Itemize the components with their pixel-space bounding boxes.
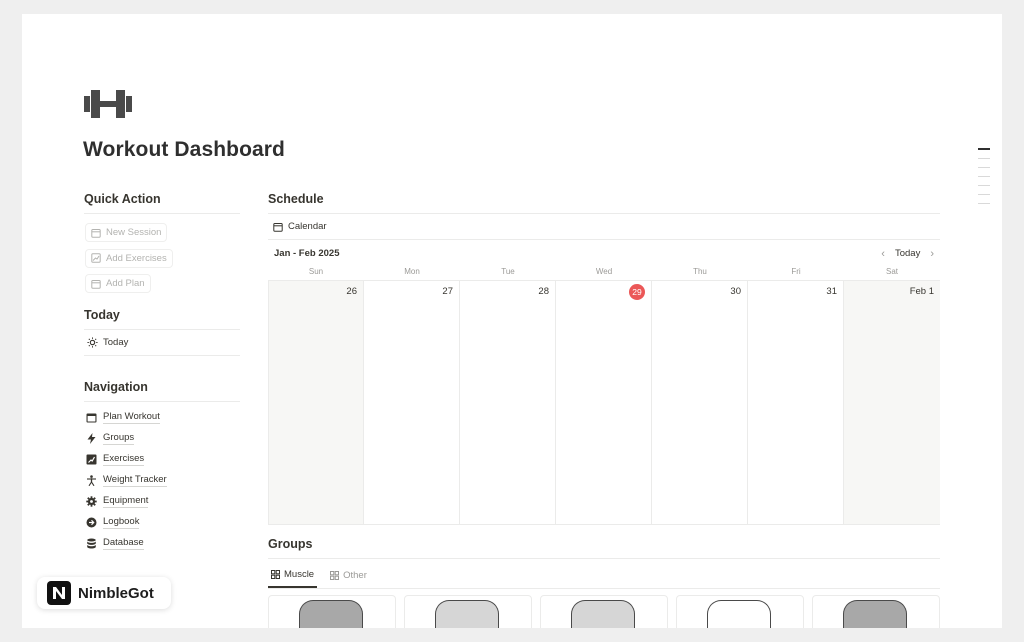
today-link-label: Today — [103, 336, 129, 348]
calendar-day-cell-today[interactable]: 29 — [556, 281, 652, 524]
today-button[interactable]: Today — [895, 248, 920, 259]
weekday-label: Wed — [595, 267, 613, 276]
calendar-range-label: Jan - Feb 2025 — [274, 248, 340, 259]
calendar-day-cell[interactable]: 31 — [748, 281, 844, 524]
today-date-badge: 29 — [629, 284, 645, 300]
gallery-card[interactable] — [676, 595, 804, 628]
quick-action-heading: Quick Action — [84, 192, 240, 214]
add-exercises-label: Add Exercises — [106, 252, 167, 264]
nav-item-equipment[interactable]: Equipment — [84, 491, 240, 512]
today-heading: Today — [84, 308, 240, 330]
nav-item-label: Equipment — [103, 494, 149, 508]
chevron-left-icon[interactable]: ‹ — [881, 248, 885, 260]
tab-label: Other — [343, 570, 367, 581]
gallery-icon — [330, 571, 340, 580]
muscle-figure-image — [571, 600, 635, 628]
weekday-label: Sat — [885, 267, 898, 276]
sun-icon — [87, 336, 98, 348]
calendar-view-label: Calendar — [288, 221, 327, 232]
calendar-toolbar: Jan - Feb 2025 ‹ Today › — [268, 240, 940, 267]
calendar-day-cell[interactable]: Feb 1 — [844, 281, 940, 524]
calendar-day-cell[interactable]: 28 — [460, 281, 556, 524]
groups-tabs: Muscle Other — [268, 563, 940, 589]
nav-item-database[interactable]: Database — [84, 533, 240, 554]
nav-item-logbook[interactable]: Logbook — [84, 512, 240, 533]
day-number: 28 — [538, 286, 549, 297]
calendar-day-cell[interactable]: 26 — [268, 281, 364, 524]
new-session-button[interactable]: New Session — [85, 223, 168, 242]
day-number: 30 — [730, 286, 741, 297]
add-plan-label: Add Plan — [106, 278, 145, 289]
groups-heading: Groups — [268, 537, 940, 559]
nav-item-label: Exercises — [103, 452, 145, 466]
left-column: Quick Action New Session Add Exercises A… — [84, 192, 240, 554]
day-number: 31 — [826, 286, 837, 297]
calendar-view-tab[interactable]: Calendar — [268, 214, 940, 240]
weekday-label: Tue — [501, 267, 515, 276]
add-exercises-button[interactable]: Add Exercises — [85, 248, 173, 268]
nav-item-label: Groups — [103, 431, 135, 445]
gallery-card[interactable] — [812, 595, 940, 628]
day-number: 26 — [346, 286, 357, 297]
muscle-figure-image — [843, 600, 907, 628]
calendar-day-cell[interactable]: 30 — [652, 281, 748, 524]
gallery-card[interactable] — [268, 595, 396, 628]
calendar-icon — [91, 279, 101, 289]
gallery-icon — [271, 570, 280, 579]
page-title: Workout Dashboard — [83, 138, 285, 161]
day-number: Feb 1 — [909, 286, 934, 297]
gallery-card[interactable] — [540, 595, 668, 628]
add-plan-button[interactable]: Add Plan — [85, 274, 151, 293]
nav-item-groups[interactable]: Groups — [84, 428, 240, 449]
tab-muscle[interactable]: Muscle — [268, 563, 318, 588]
weekday-label: Fri — [791, 267, 801, 276]
calendar-nav: ‹ Today › — [881, 248, 934, 260]
day-number: 27 — [442, 286, 453, 297]
nav-item-label: Logbook — [103, 515, 140, 529]
new-session-label: New Session — [106, 227, 162, 238]
nimblegot-logo-icon — [47, 581, 71, 605]
muscle-figure-image — [299, 600, 363, 628]
calendar-icon — [273, 222, 283, 232]
tab-other[interactable]: Other — [327, 563, 370, 588]
gallery-card[interactable] — [404, 595, 532, 628]
right-column: Schedule Calendar Jan - Feb 2025 ‹ Today… — [268, 192, 940, 628]
arrow-circle-icon — [86, 517, 97, 527]
nav-item-exercises[interactable]: Exercises — [84, 449, 240, 470]
navigation-heading: Navigation — [84, 380, 240, 402]
database-icon — [87, 538, 96, 548]
bolt-icon — [87, 432, 96, 444]
group-gallery — [268, 595, 940, 628]
weekday-label: Mon — [404, 267, 420, 276]
calendar-day-cell[interactable]: 27 — [364, 281, 460, 524]
today-link[interactable]: Today — [84, 330, 240, 356]
chart-icon — [91, 253, 101, 263]
nav-item-weight-tracker[interactable]: Weight Tracker — [84, 470, 240, 491]
brand-name: NimbleGot — [78, 584, 154, 602]
calendar-icon — [86, 413, 97, 422]
dumbbell-icon — [84, 90, 132, 118]
workout-dashboard-page: Workout Dashboard Quick Action New Sessi… — [22, 14, 1002, 628]
nav-item-plan-workout[interactable]: Plan Workout — [84, 407, 240, 428]
gear-icon — [86, 495, 97, 507]
schedule-heading: Schedule — [268, 192, 940, 214]
nav-item-label: Weight Tracker — [103, 473, 167, 487]
page-outline[interactable] — [978, 148, 990, 212]
muscle-figure-image — [707, 600, 771, 628]
tab-label: Muscle — [284, 569, 315, 580]
chart-up-icon — [86, 454, 97, 464]
brand-badge: NimbleGot — [37, 577, 171, 609]
weekday-header: Sun Mon Tue Wed Thu Fri Sat — [268, 267, 940, 281]
weekday-label: Sun — [308, 267, 324, 276]
chevron-right-icon[interactable]: › — [930, 248, 934, 260]
person-icon — [87, 474, 96, 486]
muscle-figure-image — [435, 600, 499, 628]
nav-item-label: Database — [103, 536, 144, 550]
calendar-week-row: 26 27 28 29 30 31 Feb 1 — [268, 281, 940, 525]
calendar-icon — [91, 228, 101, 238]
nav-item-label: Plan Workout — [103, 410, 160, 424]
weekday-label: Thu — [693, 267, 707, 276]
